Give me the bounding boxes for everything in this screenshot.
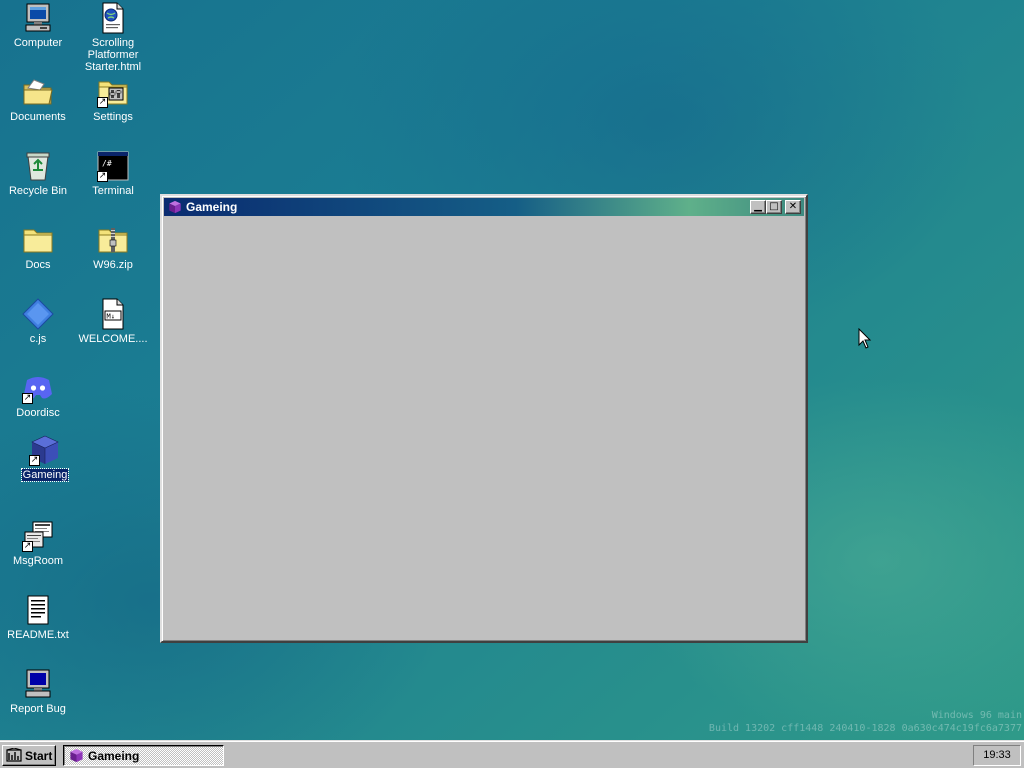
desktop-icon-scrolling-platformer[interactable]: Scrolling Platformer Starter.html <box>75 2 151 73</box>
start-button[interactable]: Start <box>2 745 56 766</box>
discord-icon: ↗ <box>22 372 54 404</box>
report-bug-computer-icon <box>22 668 54 700</box>
settings-folder-icon: ↗ <box>97 76 129 108</box>
shortcut-arrow-icon: ↗ <box>22 541 33 552</box>
desktop-icon-label: Scrolling Platformer Starter.html <box>84 37 142 73</box>
taskbar-item-label: Gameing <box>88 749 140 763</box>
html-document-icon <box>97 2 129 34</box>
desktop-icon-terminal[interactable]: /# ↗ Terminal <box>75 150 151 197</box>
minimize-button[interactable]: ▁ <box>750 200 766 214</box>
shortcut-arrow-icon: ↗ <box>22 393 33 404</box>
markdown-file-icon: M↓ <box>97 298 129 330</box>
game-cube-icon <box>168 200 182 214</box>
taskbar-item-gameing[interactable]: Gameing <box>63 745 224 766</box>
system-tray-clock[interactable]: 19:33 <box>973 745 1021 766</box>
close-button[interactable]: ✕ <box>785 200 801 214</box>
msgroom-icon: ↗ <box>22 520 54 552</box>
desktop-icon-label: W96.zip <box>93 259 133 271</box>
desktop-icon-label: Doordisc <box>16 407 60 419</box>
desktop-icon-computer[interactable]: Computer <box>0 2 76 49</box>
window-titlebar[interactable]: Gameing ▁ □ ✕ <box>164 198 804 216</box>
desktop-icon-docs[interactable]: Docs <box>0 224 76 271</box>
gameing-window[interactable]: Gameing ▁ □ ✕ <box>160 194 808 643</box>
desktop-icon-gameing[interactable]: ↗ Gameing <box>7 434 83 482</box>
recycle-bin-icon <box>22 150 54 182</box>
window-content[interactable] <box>164 218 804 639</box>
desktop-icon-label: README.txt <box>7 629 69 641</box>
desktop[interactable]: Computer Documents Recycle Bin Docs c.js… <box>0 0 1024 740</box>
start-logo-icon <box>6 747 22 763</box>
desktop-icon-recycle-bin[interactable]: Recycle Bin <box>0 150 76 197</box>
desktop-icon-label: Report Bug <box>10 703 66 715</box>
desktop-icon-doordisc[interactable]: ↗ Doordisc <box>0 372 76 419</box>
desktop-icon-label: WELCOME.... <box>78 333 148 345</box>
computer-icon <box>22 2 54 34</box>
desktop-icon-cjs[interactable]: c.js <box>0 298 76 345</box>
text-file-icon <box>22 594 54 626</box>
watermark-line-2: Build 13202 cff1448 240410-1828 0a630c47… <box>708 723 1022 734</box>
watermark-line-1: Windows 96 main <box>931 710 1022 721</box>
start-label: Start <box>25 749 53 763</box>
minimize-icon: ▁ <box>754 201 762 212</box>
script-diamond-icon <box>22 298 54 330</box>
window-title: Gameing <box>186 200 238 214</box>
close-icon: ✕ <box>788 201 798 212</box>
shortcut-arrow-icon: ↗ <box>97 171 108 182</box>
desktop-icon-label: Terminal <box>92 185 134 197</box>
desktop-icon-welcome[interactable]: M↓ WELCOME.... <box>75 298 151 345</box>
desktop-icon-msgroom[interactable]: ↗ MsgRoom <box>0 520 76 567</box>
desktop-icon-label: Settings <box>93 111 133 123</box>
desktop-icon-label: Gameing <box>20 468 70 482</box>
desktop-icon-label: Docs <box>25 259 51 271</box>
desktop-icon-label: Documents <box>10 111 66 123</box>
desktop-icon-label: Computer <box>13 37 63 49</box>
desktop-icon-label: c.js <box>29 333 47 345</box>
taskbar: Start Gameing 19:33 <box>0 740 1024 768</box>
desktop-icon-report-bug[interactable]: Report Bug <box>0 668 76 715</box>
desktop-icon-documents[interactable]: Documents <box>0 76 76 123</box>
svg-text:M↓: M↓ <box>107 313 115 321</box>
desktop-icon-readme[interactable]: README.txt <box>0 594 76 641</box>
clock-text: 19:33 <box>983 749 1011 761</box>
desktop-icon-label: Recycle Bin <box>8 185 68 197</box>
desktop-icon-label: MsgRoom <box>12 555 64 567</box>
terminal-icon: /# ↗ <box>97 150 129 182</box>
folder-icon <box>22 224 54 256</box>
svg-text:/#: /# <box>102 159 112 168</box>
shortcut-arrow-icon: ↗ <box>97 97 108 108</box>
shortcut-arrow-icon: ↗ <box>29 455 40 466</box>
desktop-icon-w96zip[interactable]: W96.zip <box>75 224 151 271</box>
maximize-icon: □ <box>769 201 779 212</box>
open-folder-icon <box>22 76 54 108</box>
zip-folder-icon <box>97 224 129 256</box>
mouse-cursor-icon <box>858 327 872 350</box>
build-watermark: Windows 96 main Build 13202 cff1448 2404… <box>709 709 1022 735</box>
game-cube-icon <box>69 748 84 763</box>
game-cube-icon: ↗ <box>29 434 61 466</box>
maximize-button[interactable]: □ <box>766 200 782 214</box>
desktop-icon-settings[interactable]: ↗ Settings <box>75 76 151 123</box>
